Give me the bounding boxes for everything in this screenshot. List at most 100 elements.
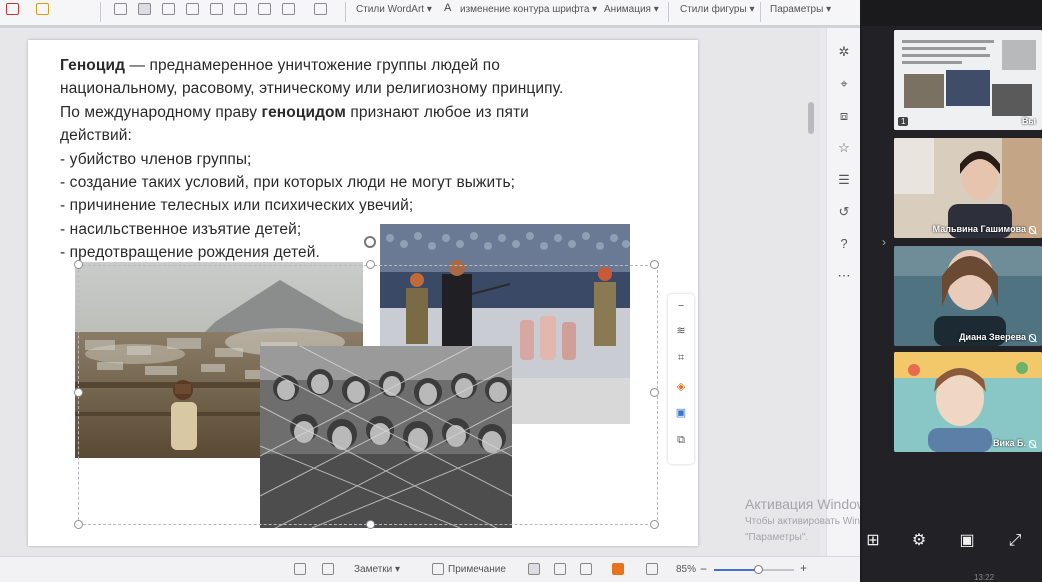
zoom-slider[interactable]	[714, 565, 794, 574]
font-outline-icon: A	[444, 2, 452, 14]
presentation-app-window: Стили WordArt ▾ A изменение контура шриф…	[0, 0, 860, 582]
text-direction-icon[interactable]	[258, 3, 271, 15]
participant-tile-malvina[interactable]: Мальвина Гашимова	[894, 138, 1042, 238]
participant-video	[894, 138, 1042, 238]
mic-muted-icon	[1029, 439, 1036, 448]
layers-icon[interactable]: ≋	[673, 322, 689, 338]
participant-tile-diana[interactable]: Диана Зверева	[894, 246, 1042, 346]
slide-sorter-icon[interactable]	[554, 563, 566, 575]
highlight-color-icon[interactable]	[36, 3, 49, 15]
resize-handle-top-left[interactable]	[74, 260, 83, 269]
shape-fill-icon[interactable]: ◈	[673, 378, 689, 394]
slide-panel-icon[interactable]	[294, 563, 306, 575]
zoom-in-icon[interactable]: +	[800, 561, 807, 575]
shape-styles-dropdown[interactable]: Стили фигуры ▾	[680, 4, 754, 15]
zoom-slider-knob[interactable]	[754, 565, 763, 574]
outline-icon[interactable]	[322, 563, 334, 575]
align-text-icon[interactable]	[314, 3, 327, 15]
transition-icon[interactable]: ⧈	[836, 108, 852, 124]
right-task-pane-bar: ✲ ⌖ ⧈ ☆ ☰ ↺ ? ⋯	[826, 28, 860, 556]
resize-handle-bottom-left[interactable]	[74, 520, 83, 529]
settings-sliders-icon[interactable]: ☰	[836, 172, 852, 188]
ribbon-separator	[668, 2, 669, 22]
magic-icon[interactable]: ✲	[836, 44, 852, 60]
fit-to-window-icon[interactable]	[646, 563, 658, 575]
reading-view-icon[interactable]	[580, 563, 592, 575]
align-right-icon[interactable]	[162, 3, 175, 15]
ribbon-separator	[100, 2, 101, 22]
slideshow-play-icon[interactable]	[612, 563, 624, 575]
comment-toggle[interactable]: Примечание	[448, 564, 506, 575]
design-icon[interactable]: ⌖	[836, 76, 852, 92]
parameters-dropdown[interactable]: Параметры ▾	[770, 4, 831, 15]
activation-watermark-title: Активация Windows	[745, 496, 860, 512]
animation-dropdown[interactable]: Анимация ▾	[604, 4, 659, 15]
participant-name: Вика Б.	[993, 438, 1036, 448]
selection-frame	[78, 265, 658, 525]
participant-tile-vika[interactable]: Вика Б.	[894, 352, 1042, 452]
slide-line-3: По международному праву геноцидом призна…	[60, 101, 660, 124]
resize-handle-left[interactable]	[74, 388, 83, 397]
zoom-out-icon[interactable]: −	[700, 562, 707, 576]
layout-icon[interactable]: ▣	[958, 532, 976, 550]
meeting-toolbar: ⊞ ⚙ ▣ ⤢	[862, 520, 1042, 560]
line-text: — преднамеренное уничтожение группы люде…	[125, 57, 500, 74]
participant-name: Диана Зверева	[959, 332, 1036, 342]
term-genocide-2: геноцидом	[261, 103, 346, 121]
settings-gear-icon[interactable]: ⚙	[910, 532, 928, 550]
editing-canvas[interactable]: Геноцид — преднамеренное уничтожение гру…	[0, 28, 820, 556]
activation-watermark-line1: Чтобы активировать Windows, перейдите в …	[745, 516, 860, 527]
slide-line-5: - убийство членов группы;	[60, 150, 252, 168]
slide[interactable]: Геноцид — преднамеренное уничтожение гру…	[28, 40, 698, 546]
resize-handle-top[interactable]	[366, 260, 375, 269]
tile-index: 1	[898, 117, 909, 126]
zoom-slider-fill	[714, 569, 758, 571]
clock: 13:22	[974, 573, 995, 582]
zoom-value[interactable]: 85%	[676, 564, 696, 575]
floating-object-toolbar: − ≋ ⌗ ◈ ▣ ⧉	[668, 294, 694, 464]
align-left-icon[interactable]	[114, 3, 127, 15]
help-icon[interactable]: ?	[836, 236, 852, 252]
align-center-icon[interactable]	[138, 3, 151, 15]
slide-line-2: национальному, расовому, этническому или…	[60, 80, 564, 98]
resize-handle-bottom-right[interactable]	[650, 520, 659, 529]
font-outline-dropdown[interactable]: изменение контура шрифта ▾	[460, 4, 597, 15]
fullscreen-icon[interactable]: ⤢	[1006, 532, 1024, 550]
participant-name: Мальвина Гашимова	[933, 224, 1036, 234]
minus-icon[interactable]: −	[673, 298, 689, 314]
participant-video	[894, 246, 1042, 346]
activation-watermark-line2: "Параметры".	[745, 532, 809, 543]
shapes-icon[interactable]: ☆	[836, 140, 852, 156]
term-genocide: Геноцид	[60, 57, 126, 74]
picture-style-icon[interactable]: ▣	[673, 404, 689, 420]
line-text: признают любое из пяти	[345, 103, 529, 121]
participant-name-text: Вика Б.	[992, 438, 1026, 448]
resize-handle-right[interactable]	[650, 388, 659, 397]
status-bar: Заметки ▾ Примечание 85% − +	[0, 556, 860, 582]
normal-view-icon[interactable]	[528, 563, 540, 575]
resize-handle-top-right[interactable]	[650, 260, 659, 269]
mic-muted-icon	[1029, 225, 1036, 234]
resize-handle-bottom[interactable]	[366, 520, 375, 529]
notes-toggle[interactable]: Заметки ▾	[354, 564, 400, 575]
crop-icon[interactable]: ⌗	[673, 350, 689, 366]
scrollbar-thumb[interactable]	[808, 102, 814, 134]
line-spacing-icon[interactable]	[282, 3, 295, 15]
grid-view-icon[interactable]: ⊞	[864, 532, 882, 550]
slide-line-4: действий:	[60, 127, 132, 145]
more-icon[interactable]: ⋯	[836, 268, 852, 284]
participant-tile-self[interactable]: 1 Вы	[894, 30, 1042, 130]
history-icon[interactable]: ↺	[836, 204, 852, 220]
slide-line-6: - создание таких условий, при которых лю…	[60, 174, 516, 192]
rotate-handle-icon[interactable]	[364, 236, 376, 248]
screen-share-thumbnail	[894, 30, 1042, 130]
wordart-styles-dropdown[interactable]: Стили WordArt ▾	[356, 4, 432, 15]
comment-icon	[432, 563, 444, 575]
justify-icon[interactable]	[186, 3, 199, 15]
columns-icon[interactable]	[210, 3, 223, 15]
font-color-icon[interactable]	[6, 3, 19, 15]
collapse-panel-icon[interactable]: ›	[882, 235, 886, 249]
video-meeting-panel: 1 Вы › Мальвина Гашимова Диана Зверева В…	[862, 0, 1042, 582]
more-options-icon[interactable]: ⧉	[673, 432, 689, 448]
text-box-icon[interactable]	[234, 3, 247, 15]
